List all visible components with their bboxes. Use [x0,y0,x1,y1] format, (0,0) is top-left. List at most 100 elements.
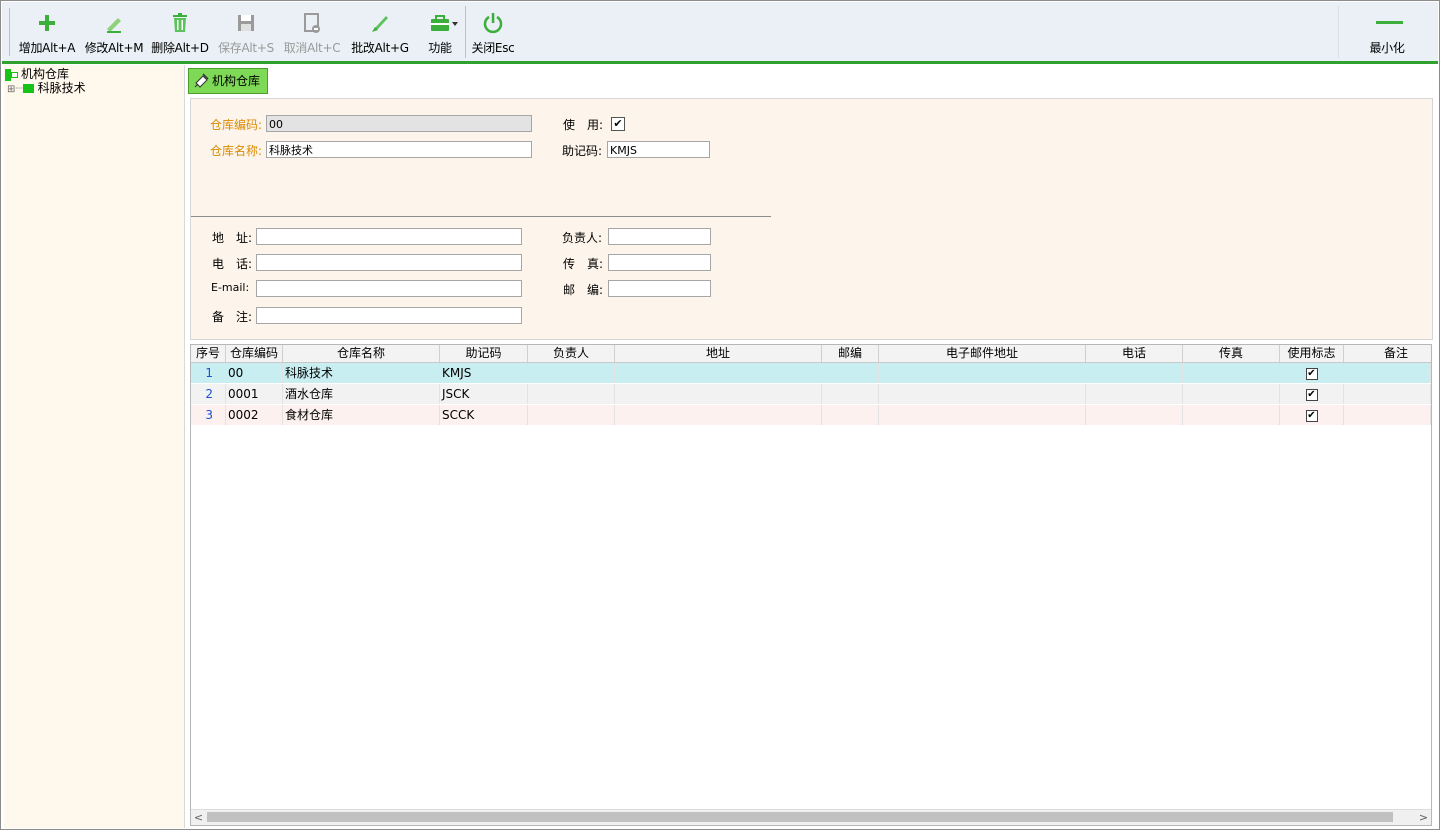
tree-child-item[interactable]: ⊞┈ 科脉技术 [7,81,86,95]
plus-icon [39,15,55,31]
cell-address [615,363,822,383]
edit-button[interactable]: 修改Alt+M [82,2,146,61]
cell-remark [1344,384,1431,404]
cell-used: ✔ [1280,363,1344,383]
folder-icon [22,84,34,93]
table-header: 序号 仓库编码 仓库名称 助记码 负责人 地址 邮编 电子邮件地址 电话 传真 … [191,345,1431,363]
cell-email [879,384,1086,404]
fax-label: 传 真: [563,257,604,271]
phone-field[interactable] [256,254,522,271]
cell-postcode [822,363,879,383]
cell-name: 科脉技术 [283,363,440,383]
name-field[interactable]: 科脉技术 [266,141,532,158]
table-row[interactable]: 2 0001 酒水仓库 JSCK ✔ [191,384,1431,404]
cell-phone [1086,363,1183,383]
toolbar-separator-right [1338,6,1339,58]
cell-mnemonic: KMJS [440,363,528,383]
cell-manager [528,405,615,425]
col-header-used[interactable]: 使用标志 [1280,345,1344,362]
warehouse-tree: 机构仓库 ⊞┈ 科脉技术 [4,65,185,828]
mnemonic-field[interactable]: KMJS [607,141,710,158]
tree-root-item[interactable]: 机构仓库 [5,67,69,81]
delete-button[interactable]: 删除Alt+D [148,2,212,61]
col-header-postcode[interactable]: 邮编 [822,345,879,362]
cell-index: 2 [191,384,226,404]
col-header-remark[interactable]: 备注 [1344,345,1431,362]
remark-field[interactable] [256,307,522,324]
cell-fax [1183,363,1280,383]
table-row[interactable]: 1 00 科脉技术 KMJS ✔ [191,363,1431,383]
col-header-code[interactable]: 仓库编码 [226,345,283,362]
cell-remark [1344,405,1431,425]
cell-code: 0001 [226,384,283,404]
table-row[interactable]: 3 0002 食材仓库 SCCK ✔ [191,405,1431,425]
functions-dropdown-button[interactable]: 功能 [416,2,464,61]
cell-fax [1183,384,1280,404]
email-field[interactable] [256,280,522,297]
batch-edit-button[interactable]: 批改Alt+G [348,2,412,61]
col-header-name[interactable]: 仓库名称 [283,345,440,362]
tab-bar: 机构仓库 [187,67,1437,95]
code-label: 仓库编码: [210,118,263,132]
add-button-label: 增加Alt+A [18,41,76,55]
postcode-field[interactable] [608,280,711,297]
cell-fax [1183,405,1280,425]
used-checkbox[interactable]: ✔ [1305,388,1318,401]
app-window: 增加Alt+A 修改Alt+M 删除Alt+D 保存Alt+S 取消Alt+C … [0,0,1440,830]
col-header-phone[interactable]: 电话 [1086,345,1183,362]
cell-code: 00 [226,363,283,383]
scroll-right-arrow-icon[interactable]: > [1416,810,1431,825]
cell-address [615,405,822,425]
close-button[interactable]: 关闭Esc [468,2,518,61]
cell-used: ✔ [1280,405,1344,425]
cell-mnemonic: JSCK [440,384,528,404]
col-header-address[interactable]: 地址 [615,345,822,362]
brush-icon [372,16,388,32]
use-checkbox[interactable]: ✔ [611,117,625,131]
chevron-down-icon [452,22,458,26]
col-header-mnemonic[interactable]: 助记码 [440,345,528,362]
add-button[interactable]: 增加Alt+A [14,2,80,61]
cell-index: 1 [191,363,226,383]
scroll-thumb[interactable] [207,812,1393,822]
cell-name: 酒水仓库 [283,384,440,404]
used-checkbox[interactable]: ✔ [1305,367,1318,380]
manager-field[interactable] [608,228,711,245]
col-header-email[interactable]: 电子邮件地址 [879,345,1086,362]
cancel-button-label: 取消Alt+C [283,41,341,55]
delete-button-label: 删除Alt+D [151,41,209,55]
code-field[interactable]: 00 [266,115,532,132]
functions-button-label: 功能 [428,41,452,55]
cell-name: 食材仓库 [283,405,440,425]
postcode-label: 邮 编: [563,283,604,297]
col-header-index[interactable]: 序号 [191,345,226,362]
save-button-label: 保存Alt+S [218,41,274,55]
address-field[interactable] [256,228,522,245]
address-label: 地 址: [212,231,253,245]
cell-postcode [822,405,879,425]
minimize-icon [1376,21,1403,24]
cell-remark [1344,363,1431,383]
scroll-left-arrow-icon[interactable]: < [191,810,206,825]
fax-field[interactable] [608,254,711,271]
toolbar-grip [9,8,10,56]
horizontal-scrollbar[interactable]: < > [191,809,1431,825]
col-header-fax[interactable]: 传真 [1183,345,1280,362]
save-button[interactable]: 保存Alt+S [214,2,278,61]
cell-mnemonic: SCCK [440,405,528,425]
tab-warehouse[interactable]: 机构仓库 [188,68,268,94]
use-label: 使 用: [563,118,604,132]
cell-index: 3 [191,405,226,425]
cell-manager [528,384,615,404]
col-header-manager[interactable]: 负责人 [528,345,615,362]
cell-used: ✔ [1280,384,1344,404]
cancel-button[interactable]: 取消Alt+C [280,2,344,61]
minimize-button[interactable]: 最小化 [1352,2,1422,61]
cell-phone [1086,405,1183,425]
edit-button-label: 修改Alt+M [84,41,144,55]
toolbox-icon [431,15,449,31]
trash-icon [173,13,187,32]
toolbar-separator [465,6,466,58]
cell-postcode [822,384,879,404]
used-checkbox[interactable]: ✔ [1305,409,1318,422]
